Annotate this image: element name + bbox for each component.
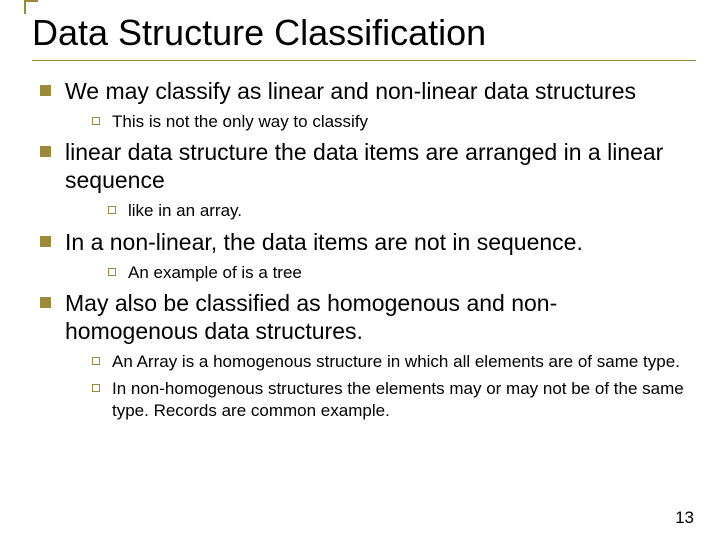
list-item: An example of is a tree <box>108 262 686 283</box>
bullet-text: We may classify as linear and non-linear… <box>65 77 636 105</box>
sub-bullet-text: An Array is a homogenous structure in wh… <box>112 351 680 372</box>
list-item: This is not the only way to classify <box>92 111 686 132</box>
hollow-square-icon <box>108 268 116 276</box>
slide-title: Data Structure Classification <box>32 12 696 60</box>
hollow-square-icon <box>92 117 100 125</box>
square-bullet-icon <box>40 297 51 308</box>
bullet-text: May also be classified as homogenous and… <box>65 289 686 345</box>
square-bullet-icon <box>40 146 51 157</box>
hollow-square-icon <box>92 357 100 365</box>
page-number: 13 <box>675 508 694 528</box>
square-bullet-icon <box>40 85 51 96</box>
sub-bullet-text: like in an array. <box>128 200 242 221</box>
bullet-text: linear data structure the data items are… <box>65 138 686 194</box>
list-item: An Array is a homogenous structure in wh… <box>92 351 686 372</box>
hollow-square-icon <box>108 206 116 214</box>
sub-bullet-text: In non-homogenous structures the element… <box>112 378 686 421</box>
sub-bullet-text: An example of is a tree <box>128 262 302 283</box>
list-item: In non-homogenous structures the element… <box>92 378 686 421</box>
list-item: In a non-linear, the data items are not … <box>40 228 686 256</box>
list-item: linear data structure the data items are… <box>40 138 686 194</box>
corner-accent-icon <box>24 0 38 14</box>
bullet-text: In a non-linear, the data items are not … <box>65 228 583 256</box>
title-underline <box>32 60 696 61</box>
square-bullet-icon <box>40 236 51 247</box>
sub-bullet-text: This is not the only way to classify <box>112 111 368 132</box>
list-item: like in an array. <box>108 200 686 221</box>
content-area: We may classify as linear and non-linear… <box>24 77 696 421</box>
hollow-square-icon <box>92 384 100 392</box>
list-item: We may classify as linear and non-linear… <box>40 77 686 105</box>
list-item: May also be classified as homogenous and… <box>40 289 686 345</box>
title-block: Data Structure Classification <box>32 12 696 60</box>
